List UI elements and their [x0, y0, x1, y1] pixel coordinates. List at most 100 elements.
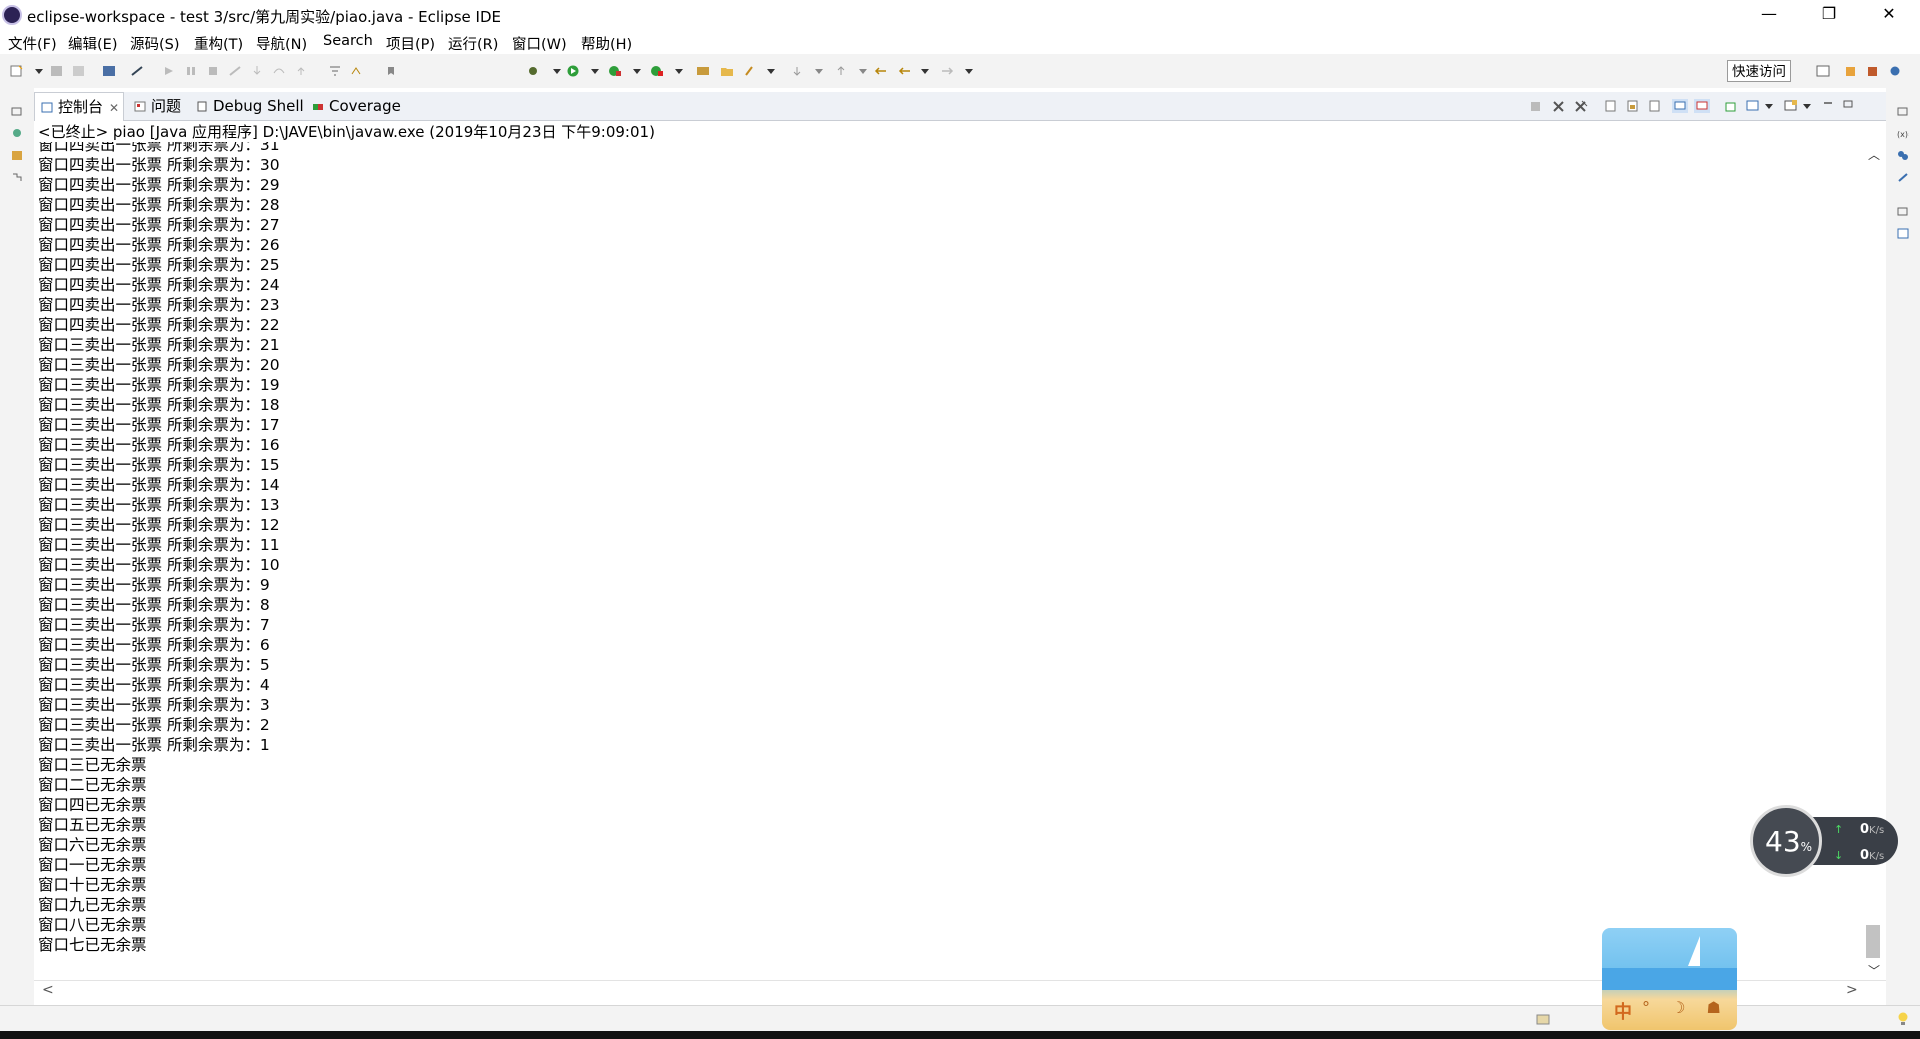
resume-icon[interactable] [162, 65, 176, 77]
dropdown-arrow-icon[interactable] [1764, 99, 1774, 113]
show-console-on-output-icon[interactable] [1672, 99, 1688, 113]
menu-project[interactable]: 项目(P) [386, 33, 435, 54]
word-wrap-icon[interactable] [1648, 99, 1662, 113]
run-icon[interactable] [566, 65, 580, 77]
scroll-thumb[interactable] [1866, 925, 1880, 958]
tip-lightbulb-icon[interactable] [1896, 1011, 1910, 1027]
save-icon[interactable] [50, 65, 64, 77]
disconnect-icon[interactable] [228, 65, 242, 77]
java-ee-perspective-icon[interactable] [1866, 65, 1880, 77]
debug-icon[interactable] [526, 65, 540, 77]
search-tool-icon[interactable] [744, 65, 758, 77]
dropdown-arrow-icon[interactable] [1802, 99, 1812, 113]
ime-mode-toggle[interactable]: 中 [1614, 998, 1632, 1024]
open-perspective-icon[interactable] [350, 65, 364, 77]
minimize-button[interactable]: — [1746, 0, 1792, 30]
close-tab-icon[interactable]: ✕ [109, 101, 119, 115]
dropdown-arrow-icon[interactable] [550, 65, 564, 77]
next-annotation-icon[interactable] [790, 65, 804, 77]
menu-navigate[interactable]: 导航(N) [256, 33, 307, 54]
java-perspective-icon[interactable] [1844, 65, 1858, 77]
back-icon[interactable] [898, 65, 912, 77]
dropdown-arrow-icon[interactable] [812, 65, 826, 77]
console-line: 窗口三卖出一张票 所剩余票为：6 [38, 636, 270, 654]
expressions-icon[interactable] [1897, 172, 1909, 183]
scroll-right-arrow-icon[interactable]: > [1846, 982, 1858, 998]
use-step-filters-icon[interactable] [328, 65, 342, 77]
open-type-icon[interactable] [720, 65, 734, 77]
previous-annotation-icon[interactable] [834, 65, 848, 77]
scroll-left-arrow-icon[interactable]: < [42, 982, 54, 998]
scroll-lock-icon[interactable] [1626, 99, 1640, 113]
open-console-icon[interactable] [1784, 99, 1798, 113]
dropdown-arrow-icon[interactable] [918, 65, 932, 77]
remove-all-terminated-icon[interactable] [1574, 99, 1588, 113]
step-into-icon[interactable] [250, 65, 264, 77]
toggle-mark-icon[interactable] [384, 65, 398, 77]
type-hierarchy-icon[interactable] [11, 172, 23, 183]
coverage-run-icon[interactable] [608, 65, 622, 77]
menu-help[interactable]: 帮助(H) [581, 33, 632, 54]
step-over-icon[interactable] [272, 65, 286, 77]
step-return-icon[interactable] [294, 65, 308, 77]
scroll-down-arrow-icon[interactable]: ﹀ [1868, 962, 1880, 979]
network-speed-meter[interactable]: 43% ↑ ↓ 0K/s 0K/s [1750, 805, 1900, 877]
tab-debug-shell[interactable]: Debug Shell [194, 92, 304, 120]
menu-search[interactable]: Search [323, 33, 373, 49]
menu-file[interactable]: 文件(F) [8, 33, 57, 54]
remove-launch-icon[interactable] [1552, 99, 1566, 113]
quick-access-field[interactable]: 快速访问 [1727, 60, 1791, 82]
close-button[interactable]: ✕ [1866, 0, 1912, 30]
dropdown-arrow-icon[interactable] [962, 65, 976, 77]
menu-refactor[interactable]: 重构(T) [194, 33, 243, 54]
save-all-icon[interactable] [72, 65, 86, 77]
breakpoints-icon[interactable] [1897, 150, 1909, 161]
menu-edit[interactable]: 编辑(E) [68, 33, 117, 54]
restore-view-icon[interactable] [1897, 106, 1909, 117]
new-icon[interactable] [10, 65, 24, 77]
restore-button[interactable]: ❐ [1806, 0, 1852, 30]
tab-console[interactable]: 控制台 ✕ [34, 92, 124, 121]
package-explorer-icon[interactable] [11, 150, 23, 161]
terminate-icon[interactable] [1530, 99, 1542, 113]
open-perspective-icon[interactable] [1816, 65, 1830, 77]
suspend-icon[interactable] [184, 65, 198, 77]
dropdown-arrow-icon[interactable] [588, 65, 602, 77]
dropdown-arrow-icon[interactable] [672, 65, 686, 77]
skip-breakpoints-icon[interactable] [130, 65, 144, 77]
maximize-view-icon[interactable] [1842, 99, 1854, 113]
console-output[interactable]: 窗口四卖出一张票 所剩余票为：31 窗口四卖出一张票 所剩余票为：30 窗口四卖出一… [38, 142, 1858, 980]
menu-run[interactable]: 运行(R) [448, 33, 498, 54]
terminate-icon[interactable] [206, 65, 220, 77]
debug-view-icon[interactable] [11, 128, 23, 139]
show-console-on-error-icon[interactable] [1694, 99, 1710, 113]
external-tools-icon[interactable] [650, 65, 664, 77]
ime-tool-icons[interactable]: ° ☽ ☗ [1642, 998, 1729, 1017]
dropdown-arrow-icon[interactable] [764, 65, 778, 77]
clear-console-icon[interactable] [1604, 99, 1618, 113]
outline-icon[interactable] [1897, 228, 1909, 239]
dropdown-arrow-icon[interactable] [630, 65, 644, 77]
dropdown-arrow-icon[interactable] [856, 65, 870, 77]
debug-perspective-icon[interactable] [1888, 65, 1902, 77]
display-selected-console-icon[interactable] [1746, 99, 1760, 113]
tab-coverage[interactable]: Coverage [310, 92, 401, 120]
progress-icon[interactable] [1536, 1012, 1552, 1026]
minimize-view-icon[interactable] [1822, 99, 1834, 113]
console-line: 窗口三卖出一张票 所剩余票为：15 [38, 456, 280, 474]
dropdown-arrow-icon[interactable] [32, 65, 46, 77]
forward-icon[interactable] [940, 65, 954, 77]
ime-toolbar[interactable]: 中 ° ☽ ☗ [1602, 928, 1737, 1030]
scroll-up-arrow-icon[interactable]: ︿ [1868, 146, 1880, 163]
restore-view-icon[interactable] [11, 106, 23, 117]
terminal-icon[interactable] [102, 65, 116, 77]
restore-view-icon[interactable] [1897, 206, 1909, 217]
tab-problems[interactable]: 问题 [132, 92, 181, 120]
last-edit-location-icon[interactable] [874, 65, 888, 77]
menu-source[interactable]: 源码(S) [130, 33, 180, 54]
console-line: 窗口四卖出一张票 所剩余票为：22 [38, 316, 280, 334]
menu-window[interactable]: 窗口(W) [512, 33, 567, 54]
new-java-package-icon[interactable] [696, 65, 710, 77]
variables-icon[interactable]: (x)= [1897, 128, 1909, 139]
pin-console-icon[interactable] [1724, 99, 1738, 113]
